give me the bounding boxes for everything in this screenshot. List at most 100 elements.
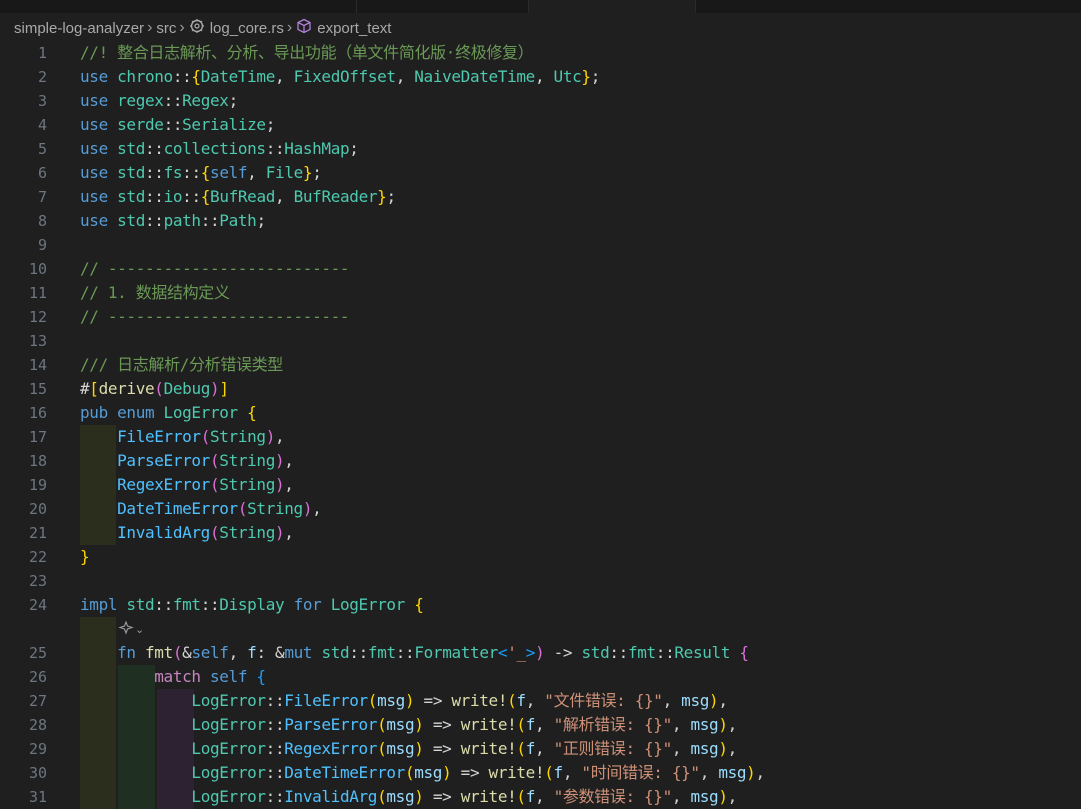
line-number: 11	[28, 284, 47, 302]
code-text: use std::fs::{self, File};	[80, 161, 322, 185]
code-token: ,	[671, 739, 691, 758]
code-line[interactable]: 16 pub enum LogError {	[0, 401, 1081, 425]
code-token: derive	[98, 379, 155, 398]
code-token: f	[516, 691, 526, 710]
line-number: 26	[28, 668, 47, 686]
code-line[interactable]: 10 // --------------------------	[0, 257, 1081, 281]
code-token: ;	[256, 211, 266, 230]
code-line[interactable]: 13	[0, 329, 1081, 353]
code-line[interactable]: 19 RegexError(String),	[0, 473, 1081, 497]
code-token: ;	[312, 163, 322, 182]
code-line[interactable]: 17 FileError(String),	[0, 425, 1081, 449]
code-line[interactable]: 8 use std::path::Path;	[0, 209, 1081, 233]
code-token: {	[247, 403, 257, 422]
code-token: fn	[117, 643, 145, 662]
code-line[interactable]: 29 LogError::RegexError(msg) => write!(f…	[0, 737, 1081, 761]
code-token: FileError	[117, 427, 201, 446]
line-number: 9	[37, 236, 47, 254]
code-token: (	[377, 787, 387, 806]
code-line[interactable]: 25 fn fmt(&self, f: &mut std::fmt::Forma…	[0, 641, 1081, 665]
code-token: ,	[312, 499, 322, 518]
line-number: 10	[28, 260, 47, 278]
code-line[interactable]: 7 use std::io::{BufRead, BufReader};	[0, 185, 1081, 209]
tab-divider	[356, 0, 357, 13]
code-token: (	[516, 739, 526, 758]
code-token: (	[209, 451, 220, 470]
code-line[interactable]: 26 match self {	[0, 665, 1081, 689]
breadcrumb-project[interactable]: simple-log-analyzer	[14, 20, 144, 37]
code-token: ]	[219, 379, 229, 398]
code-token: BufReader	[293, 187, 378, 206]
code-line[interactable]: 30 LogError::DateTimeError(msg) => write…	[0, 761, 1081, 785]
code-line[interactable]: 27 LogError::FileError(msg) => write!(f,…	[0, 689, 1081, 713]
code-token: )	[718, 739, 728, 758]
code-line[interactable]: 14 /// 日志解析/分析错误类型	[0, 353, 1081, 377]
code-token: Serialize	[182, 115, 266, 134]
code-line[interactable]: 18 ParseError(String),	[0, 449, 1081, 473]
code-token: }	[302, 163, 313, 182]
code-token: ;	[228, 91, 239, 110]
codelens-row[interactable]: ⌄	[0, 617, 1081, 641]
code-line[interactable]: 12 // --------------------------	[0, 305, 1081, 329]
code-token: use	[80, 67, 118, 86]
code-token: )	[442, 763, 452, 782]
code-token: }	[80, 547, 90, 566]
code-token: #	[80, 379, 90, 398]
code-token: ,	[247, 163, 266, 182]
code-token: std	[321, 643, 350, 662]
code-token: write	[460, 787, 508, 806]
ai-sparkle-icon[interactable]: ⌄	[118, 617, 144, 642]
code-line[interactable]: 31 LogError::InvalidArg(msg) => write!(f…	[0, 785, 1081, 809]
code-token: ,	[662, 691, 682, 710]
code-line[interactable]: 11 // 1. 数据结构定义	[0, 281, 1081, 305]
code-token: (	[154, 379, 164, 398]
code-token: RegexError	[117, 475, 210, 494]
code-line[interactable]: 23	[0, 569, 1081, 593]
code-line[interactable]: 6 use std::fs::{self, File};	[0, 161, 1081, 185]
code-token: write	[460, 715, 508, 734]
active-editor-tab[interactable]	[528, 0, 696, 13]
code-line[interactable]: 20 DateTimeError(String),	[0, 497, 1081, 521]
code-token: msg	[386, 787, 415, 806]
code-token: ::	[265, 787, 285, 806]
code-line[interactable]: 9	[0, 233, 1081, 257]
code-line[interactable]: 1 //! 整合日志解析、分析、导出功能（单文件简化版·终极修复）	[0, 41, 1081, 65]
code-text: #[derive(Debug)]	[80, 377, 229, 401]
code-token: ::	[145, 211, 164, 230]
code-text: use std::path::Path;	[80, 209, 266, 233]
code-token: use	[80, 187, 118, 206]
code-editor[interactable]: 1 //! 整合日志解析、分析、导出功能（单文件简化版·终极修复） 2 use chr…	[0, 40, 1081, 809]
code-line[interactable]: 2 use chrono::{DateTime, FixedOffset, Nai…	[0, 65, 1081, 89]
breadcrumb-symbol[interactable]: export_text	[317, 20, 391, 37]
line-number: 30	[28, 764, 47, 782]
code-token: collections	[163, 139, 266, 158]
line-number: 23	[28, 572, 47, 590]
code-token: !	[497, 691, 508, 710]
code-token: ;	[349, 139, 359, 158]
code-token: =>	[451, 763, 489, 782]
code-line[interactable]: 5 use std::collections::HashMap;	[0, 137, 1081, 161]
code-token: ,	[284, 523, 294, 542]
code-token: !	[507, 739, 517, 758]
code-line[interactable]: 28 LogError::ParseError(msg) => write!(f…	[0, 713, 1081, 737]
code-line[interactable]: 21 InvalidArg(String),	[0, 521, 1081, 545]
line-number: 27	[28, 692, 47, 710]
code-text: LogError::InvalidArg(msg) => write!(f, "…	[80, 785, 737, 809]
code-line[interactable]: 22}	[0, 545, 1081, 569]
line-number: 31	[28, 788, 47, 806]
code-token: ::	[265, 763, 285, 782]
code-token: chrono	[117, 67, 173, 86]
code-token: ParseError	[284, 715, 378, 734]
code-token: fmt	[172, 595, 201, 614]
breadcrumb-file[interactable]: log_core.rs	[210, 20, 284, 37]
code-token: ,	[755, 763, 765, 782]
code-line[interactable]: 15 #[derive(Debug)]	[0, 377, 1081, 401]
code-line[interactable]: 3 use regex::Regex;	[0, 89, 1081, 113]
code-line[interactable]: 4 use serde::Serialize;	[0, 113, 1081, 137]
code-line[interactable]: 24 impl std::fmt::Display for LogError {	[0, 593, 1081, 617]
breadcrumb-folder[interactable]: src	[156, 20, 176, 37]
code-token: (	[172, 643, 183, 662]
code-token: {	[191, 67, 201, 86]
